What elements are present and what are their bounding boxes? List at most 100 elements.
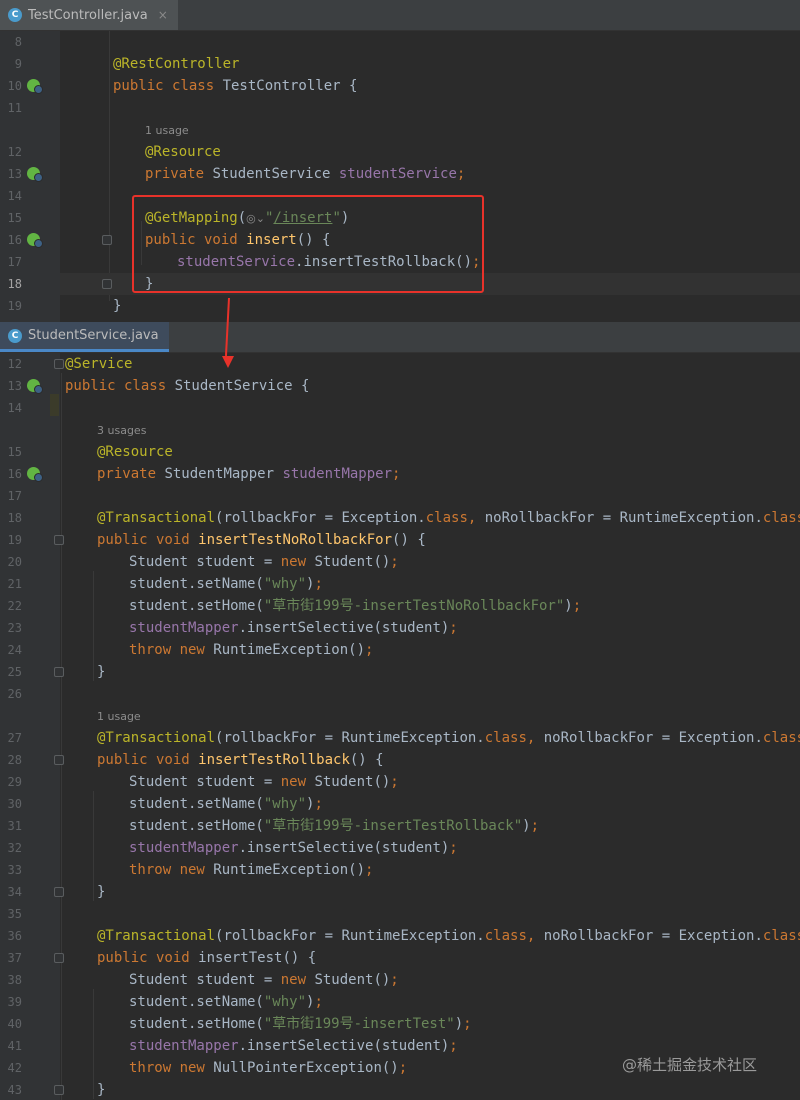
code-token: .insertSelective(student) (238, 840, 450, 856)
highlight-box (132, 195, 484, 293)
code-line[interactable]: 23 studentMapper.insertSelective(student)… (0, 617, 800, 639)
line-number: 13 (7, 379, 22, 393)
code-token: ; (530, 818, 540, 834)
code-line[interactable]: 34} (0, 881, 800, 903)
code-token: } (97, 1082, 106, 1098)
code-token: , (526, 730, 544, 746)
code-line[interactable]: 24 throw new RuntimeException(); (0, 639, 800, 661)
code-token: studentMapper (129, 840, 239, 856)
code-text: } (97, 661, 105, 683)
editor-tab-bar: C StudentService.java (0, 322, 800, 353)
code-line[interactable]: 11 (0, 97, 800, 119)
code-token: ) (454, 1016, 464, 1032)
spring-bean-gutter-icon[interactable] (27, 467, 43, 482)
code-line[interactable]: 12 @Resource (0, 141, 800, 163)
code-line[interactable]: 1 usage (0, 119, 800, 141)
code-line[interactable]: 43} (0, 1079, 800, 1100)
code-line[interactable]: 3 usages (0, 419, 800, 441)
code-token: throw new (129, 1060, 214, 1076)
usage-hint[interactable]: 1 usage (145, 124, 189, 137)
code-text: @Resource (97, 441, 173, 463)
code-line[interactable]: 29 Student student = new Student(); (0, 771, 800, 793)
code-token: ; (398, 1060, 408, 1076)
code-line[interactable]: 30 student.setName("why"); (0, 793, 800, 815)
code-line[interactable]: 13 private StudentService studentService; (0, 163, 800, 185)
code-line[interactable]: 14 (0, 397, 800, 419)
line-number: 37 (7, 951, 22, 965)
code-line[interactable]: 17 (0, 485, 800, 507)
code-line[interactable]: 27 @Transactional(rollbackFor = RuntimeEx… (0, 727, 800, 749)
code-line[interactable]: 28 public void insertTestRollback() { (0, 749, 800, 771)
fold-marker-icon[interactable] (54, 887, 64, 897)
code-line[interactable]: 36 @Transactional(rollbackFor = RuntimeEx… (0, 925, 800, 947)
code-line[interactable]: 38 Student student = new Student(); (0, 969, 800, 991)
code-token: noRollbackFor = Exception. (543, 928, 763, 944)
fold-marker-icon[interactable] (54, 953, 64, 963)
code-text: studentMapper.insertSelective(student); (129, 1035, 458, 1057)
code-line[interactable]: 33 throw new RuntimeException(); (0, 859, 800, 881)
fold-marker-icon[interactable] (102, 279, 112, 289)
code-line[interactable]: 37 public void insertTest() { (0, 947, 800, 969)
spring-bean-gutter-icon[interactable] (27, 167, 43, 182)
code-token: , (526, 928, 544, 944)
code-line[interactable]: 8 (0, 31, 800, 53)
line-number: 17 (7, 489, 22, 503)
code-line[interactable]: 26 (0, 683, 800, 705)
fold-marker-icon[interactable] (54, 535, 64, 545)
code-text: @Resource (145, 141, 221, 163)
fold-marker-icon[interactable] (102, 235, 112, 245)
spring-bean-gutter-icon[interactable] (27, 79, 43, 94)
code-token: (rollbackFor = RuntimeException. (215, 928, 485, 944)
code-text: student.setHome("草市街199号-insertTestNoRol… (129, 595, 581, 617)
code-line[interactable]: 9 @RestController (0, 53, 800, 75)
code-token: studentMapper (282, 466, 393, 482)
code-token: , (467, 510, 485, 526)
close-icon[interactable]: × (158, 8, 168, 22)
line-number: 28 (7, 753, 22, 767)
code-line[interactable]: 39 student.setName("why"); (0, 991, 800, 1013)
code-token: studentMapper (129, 1038, 239, 1054)
class-c-icon: C (8, 8, 22, 22)
fold-marker-icon[interactable] (54, 667, 64, 677)
code-token: Student() (314, 972, 391, 988)
code-line[interactable]: 13 public class StudentService { (0, 375, 800, 397)
spring-bean-gutter-icon[interactable] (27, 379, 43, 394)
code-text: 3 usages (97, 419, 146, 442)
code-token: student.setName( (129, 796, 264, 812)
code-line[interactable]: 16 private StudentMapper studentMapper; (0, 463, 800, 485)
code-token: noRollbackFor = RuntimeException. (484, 510, 763, 526)
code-line[interactable]: 21 student.setName("why"); (0, 573, 800, 595)
code-line[interactable]: 25} (0, 661, 800, 683)
tab-studentservice[interactable]: C StudentService.java (0, 322, 169, 352)
code-token: Student() (314, 774, 391, 790)
code-line[interactable]: 1 usage (0, 705, 800, 727)
code-line[interactable]: 15 @Resource (0, 441, 800, 463)
fold-marker-icon[interactable] (54, 1085, 64, 1095)
code-token: class (425, 510, 468, 526)
code-token: "why" (263, 576, 307, 592)
code-token: insertTestRollback (198, 752, 350, 768)
spring-bean-gutter-icon[interactable] (27, 233, 43, 248)
code-line[interactable]: 40 student.setHome("草市街199号-insertTest"); (0, 1013, 800, 1035)
line-number: 34 (7, 885, 22, 899)
code-line[interactable]: 18 @Transactional(rollbackFor = Exception… (0, 507, 800, 529)
code-line[interactable]: 35 (0, 903, 800, 925)
line-number: 11 (7, 101, 22, 115)
code-line[interactable]: 19} (0, 295, 800, 317)
line-number: 40 (7, 1017, 22, 1031)
usage-hint[interactable]: 1 usage (97, 710, 141, 723)
code-line[interactable]: 32 studentMapper.insertSelective(student)… (0, 837, 800, 859)
code-line[interactable]: 20 Student student = new Student(); (0, 551, 800, 573)
code-line[interactable]: 22 student.setHome("草市街199号-insertTestNoR… (0, 595, 800, 617)
code-text: public void insertTestNoRollbackFor() { (97, 529, 426, 551)
tab-testcontroller[interactable]: C TestController.java × (0, 0, 178, 30)
code-line[interactable]: 19 public void insertTestNoRollbackFor() … (0, 529, 800, 551)
fold-marker-icon[interactable] (54, 359, 64, 369)
usage-hint[interactable]: 3 usages (97, 424, 146, 437)
code-line[interactable]: 12 @Service (0, 353, 800, 375)
code-line[interactable]: 10 public class TestController { (0, 75, 800, 97)
fold-marker-icon[interactable] (54, 755, 64, 765)
code-editor[interactable]: 12 @Service 13 public class StudentService … (0, 353, 800, 1100)
code-line[interactable]: 31 student.setHome("草市街199号-insertTestRol… (0, 815, 800, 837)
code-token: ; (390, 774, 399, 790)
